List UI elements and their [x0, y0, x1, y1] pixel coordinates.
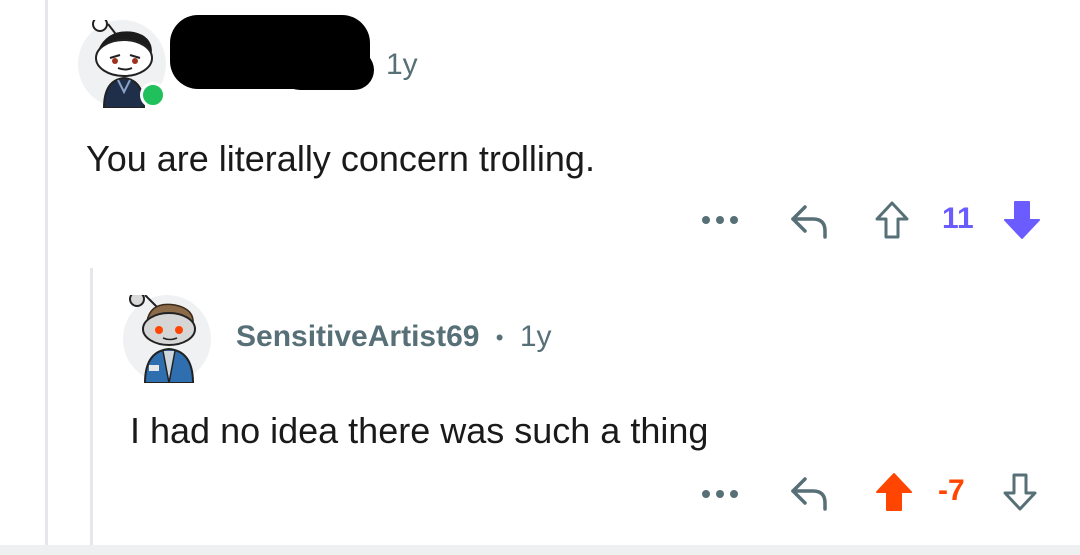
bottom-divider: [0, 545, 1080, 555]
vote-score: 11: [942, 202, 974, 235]
reply-arrow-icon: [791, 477, 827, 511]
downvote-arrow-icon: [1004, 201, 1040, 239]
comment-body: I had no idea there was such a thing: [130, 410, 709, 451]
avatar[interactable]: [78, 20, 166, 108]
comment-time: 1y: [386, 48, 418, 81]
reply-button[interactable]: [784, 470, 834, 516]
more-options-button[interactable]: [692, 474, 748, 514]
reply-arrow-icon: [791, 205, 827, 239]
upvote-arrow-icon: [876, 473, 912, 511]
redacted-username-tail: [280, 50, 374, 90]
more-options-icon: [702, 490, 738, 498]
downvote-button[interactable]: [998, 196, 1046, 244]
thread-line-outer: [45, 0, 48, 545]
reply-button[interactable]: [784, 198, 834, 244]
upvote-button[interactable]: [870, 196, 914, 244]
downvote-arrow-icon: [1003, 473, 1037, 511]
comment-body: You are literally concern trolling.: [86, 138, 595, 179]
meta-separator: •: [495, 325, 504, 351]
comment-time: 1y: [519, 320, 552, 353]
thread-line-reply: [90, 268, 93, 545]
online-status-dot: [140, 82, 166, 108]
more-options-icon: [702, 216, 738, 224]
upvote-button[interactable]: [870, 468, 918, 516]
avatar[interactable]: [123, 295, 211, 383]
comment-meta: SensitiveArtist69 • 1y: [236, 320, 552, 354]
downvote-button[interactable]: [996, 468, 1044, 516]
more-options-button[interactable]: [692, 200, 748, 240]
snoo-avatar-icon: [129, 295, 196, 383]
upvote-arrow-icon: [875, 201, 909, 239]
username-link[interactable]: SensitiveArtist69: [236, 320, 479, 353]
vote-score: -7: [938, 474, 965, 507]
